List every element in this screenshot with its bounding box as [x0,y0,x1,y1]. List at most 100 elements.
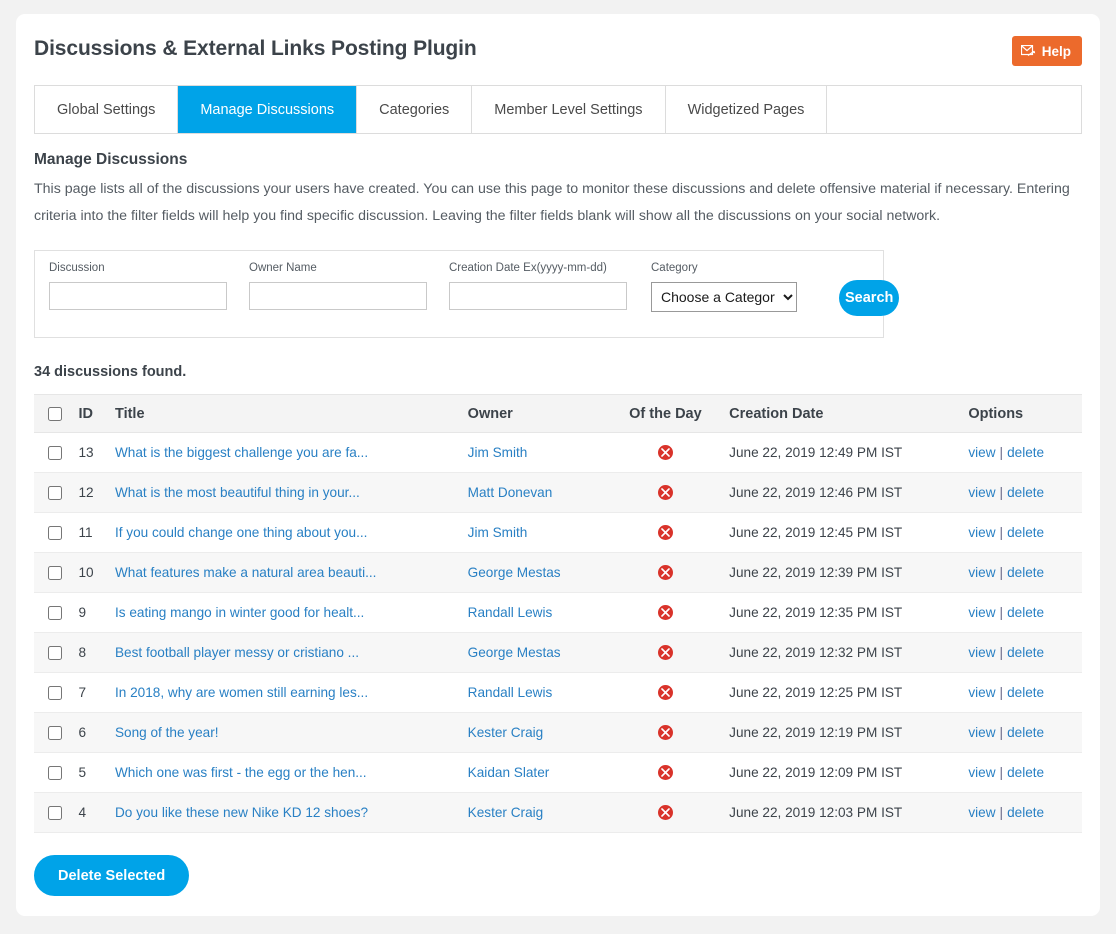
discussion-filter-input[interactable] [49,282,227,310]
owner-link[interactable]: Matt Donevan [468,485,553,500]
delete-selected-button[interactable]: Delete Selected [34,855,190,896]
tab-manage-discussions[interactable]: Manage Discussions [178,86,358,133]
row-select-cell [34,552,71,593]
search-button[interactable]: Search [839,280,900,316]
owner-link[interactable]: Randall Lewis [468,605,553,620]
discussion-title-link[interactable]: Do you like these new Nike KD 12 shoes? [115,805,368,820]
row-of-the-day-cell [609,472,722,513]
delete-link[interactable]: delete [1007,565,1044,580]
owner-link[interactable]: Kaidan Slater [468,765,550,780]
discussion-title-link[interactable]: Which one was first - the egg or the hen… [115,765,367,780]
row-options-cell: view | delete [960,472,1082,513]
row-id: 11 [70,512,107,553]
row-creation-date: June 22, 2019 12:03 PM IST [721,792,961,833]
creation-date-filter-label: Creation Date Ex(yyyy-mm-dd) [449,262,607,274]
view-link[interactable]: view [968,525,995,540]
discussion-title-link[interactable]: What is the biggest challenge you are fa… [115,445,368,460]
owner-link[interactable]: Randall Lewis [468,685,553,700]
row-select-checkbox[interactable] [48,446,62,461]
row-select-cell [34,632,71,673]
owner-link[interactable]: George Mestas [468,645,561,660]
row-select-checkbox[interactable] [48,486,62,501]
delete-link[interactable]: delete [1007,485,1044,500]
envelope-arrow-icon [1020,45,1036,57]
row-select-checkbox[interactable] [48,646,62,661]
row-select-checkbox[interactable] [48,686,62,701]
table-row: 11 If you could change one thing about yo… [34,512,1082,553]
options-separator: | [999,445,1004,460]
delete-link[interactable]: delete [1007,765,1044,780]
row-select-checkbox[interactable] [48,726,62,741]
delete-link[interactable]: delete [1007,685,1044,700]
view-link[interactable]: view [968,685,995,700]
delete-link[interactable]: delete [1007,445,1044,460]
help-button[interactable]: Help [1011,36,1082,66]
row-select-checkbox[interactable] [48,526,62,541]
tab-categories[interactable]: Categories [357,86,473,133]
row-id: 8 [70,632,107,673]
row-title-cell: In 2018, why are women still earning les… [106,672,460,713]
delete-link[interactable]: delete [1007,645,1044,660]
row-title-cell: What features make a natural area beauti… [106,552,460,593]
view-link[interactable]: view [968,805,995,820]
row-id: 7 [70,672,107,713]
discussion-title-link[interactable]: What features make a natural area beauti… [115,565,376,580]
owner-link[interactable]: Kester Craig [468,805,544,820]
delete-link[interactable]: delete [1007,805,1044,820]
tab-widgetized-pages[interactable]: Widgetized Pages [665,86,828,133]
table-row: 6 Song of the year! Kester Craig June 22, 2… [34,712,1082,753]
tab-bar-filler [827,86,1081,133]
owner-link[interactable]: Jim Smith [468,525,528,540]
row-select-checkbox[interactable] [48,566,62,581]
row-creation-date: June 22, 2019 12:32 PM IST [721,632,961,673]
filter-field-discussion: Discussion [49,261,227,310]
row-owner-cell: Kester Craig [459,792,610,833]
view-link[interactable]: view [968,445,995,460]
view-link[interactable]: view [968,605,995,620]
creation-date-filter-input[interactable] [449,282,627,310]
options-separator: | [999,485,1004,500]
category-select[interactable]: Choose a Category [651,282,797,312]
discussion-title-link[interactable]: Best football player messy or cristiano … [115,645,359,660]
view-link[interactable]: view [968,765,995,780]
red-circle-x-icon [657,525,673,541]
delete-link[interactable]: delete [1007,725,1044,740]
row-id: 6 [70,712,107,753]
row-owner-cell: Kaidan Slater [459,752,610,793]
discussion-title-link[interactable]: If you could change one thing about you.… [115,525,367,540]
page-inner: Discussions & External Links Posting Plu… [16,14,1100,916]
owner-name-filter-input[interactable] [249,282,427,310]
row-of-the-day-cell [609,552,722,593]
owner-link[interactable]: Kester Craig [468,725,544,740]
row-title-cell: What is the biggest challenge you are fa… [106,432,460,473]
tab-member-level-settings[interactable]: Member Level Settings [472,86,666,133]
row-select-cell [34,432,71,473]
filter-field-creation-date: Creation Date Ex(yyyy-mm-dd) [449,261,627,310]
discussion-title-link[interactable]: In 2018, why are women still earning les… [115,685,368,700]
red-circle-x-icon [657,725,673,741]
discussion-title-link[interactable]: Is eating mango in winter good for healt… [115,605,364,620]
delete-link[interactable]: delete [1007,605,1044,620]
column-header-owner: Owner [459,394,610,433]
select-all-checkbox[interactable] [48,406,62,421]
row-of-the-day-cell [609,752,722,793]
view-link[interactable]: view [968,485,995,500]
view-link[interactable]: view [968,645,995,660]
row-options-cell: view | delete [960,792,1082,833]
view-link[interactable]: view [968,565,995,580]
discussion-filter-label: Discussion [49,262,105,274]
row-select-checkbox[interactable] [48,806,62,821]
owner-link[interactable]: George Mestas [468,565,561,580]
discussion-title-link[interactable]: Song of the year! [115,725,219,740]
view-link[interactable]: view [968,725,995,740]
delete-link[interactable]: delete [1007,525,1044,540]
options-separator: | [999,725,1004,740]
row-select-checkbox[interactable] [48,606,62,621]
row-select-checkbox[interactable] [48,766,62,781]
discussion-title-link[interactable]: What is the most beautiful thing in your… [115,485,360,500]
owner-link[interactable]: Jim Smith [468,445,528,460]
tab-global-settings[interactable]: Global Settings [35,86,179,133]
row-id: 12 [70,472,107,513]
discussions-table: ID Title Owner Of the Day Creation Date … [34,394,1082,833]
row-options-cell: view | delete [960,552,1082,593]
